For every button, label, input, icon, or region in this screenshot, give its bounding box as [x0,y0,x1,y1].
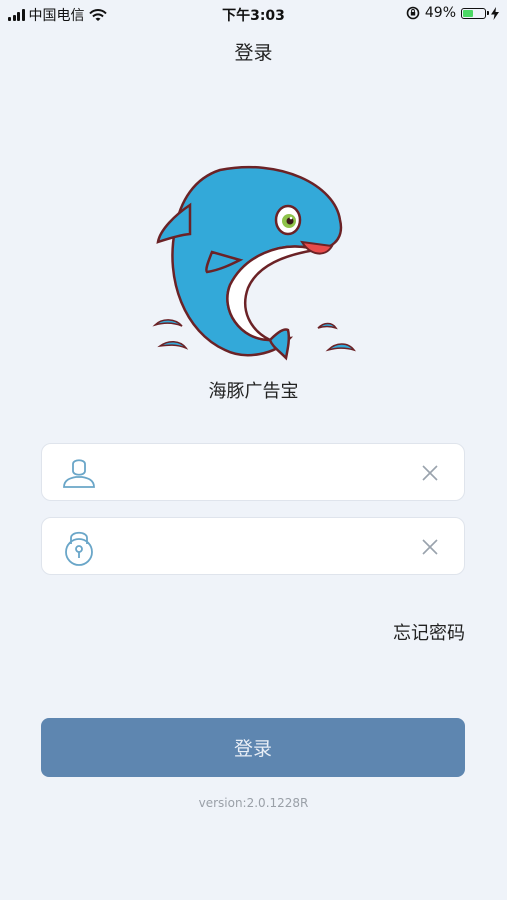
battery-percent: 49% [424,5,456,21]
forgot-password-link[interactable]: 忘记密码 [393,619,465,645]
username-field[interactable] [41,443,465,501]
password-field[interactable] [41,517,465,575]
version-label: version:2.0.1228R [198,796,309,810]
lock-icon [65,531,93,566]
page-title: 登录 [234,42,273,64]
battery-level [463,9,473,17]
close-icon[interactable] [420,537,440,557]
status-right: 49% [406,5,499,21]
orientation-lock-icon [406,6,420,20]
close-icon[interactable] [420,463,440,483]
battery-icon [461,7,489,19]
password-input[interactable] [114,528,418,566]
username-input[interactable] [114,454,418,492]
status-bar: 中国电信 下午3:03 49% [0,0,507,28]
login-button[interactable]: 登录 [41,718,465,777]
app-name: 海豚广告宝 [208,381,299,402]
user-icon [63,459,95,488]
dolphin-logo [152,165,356,361]
charging-bolt-icon [491,6,499,20]
